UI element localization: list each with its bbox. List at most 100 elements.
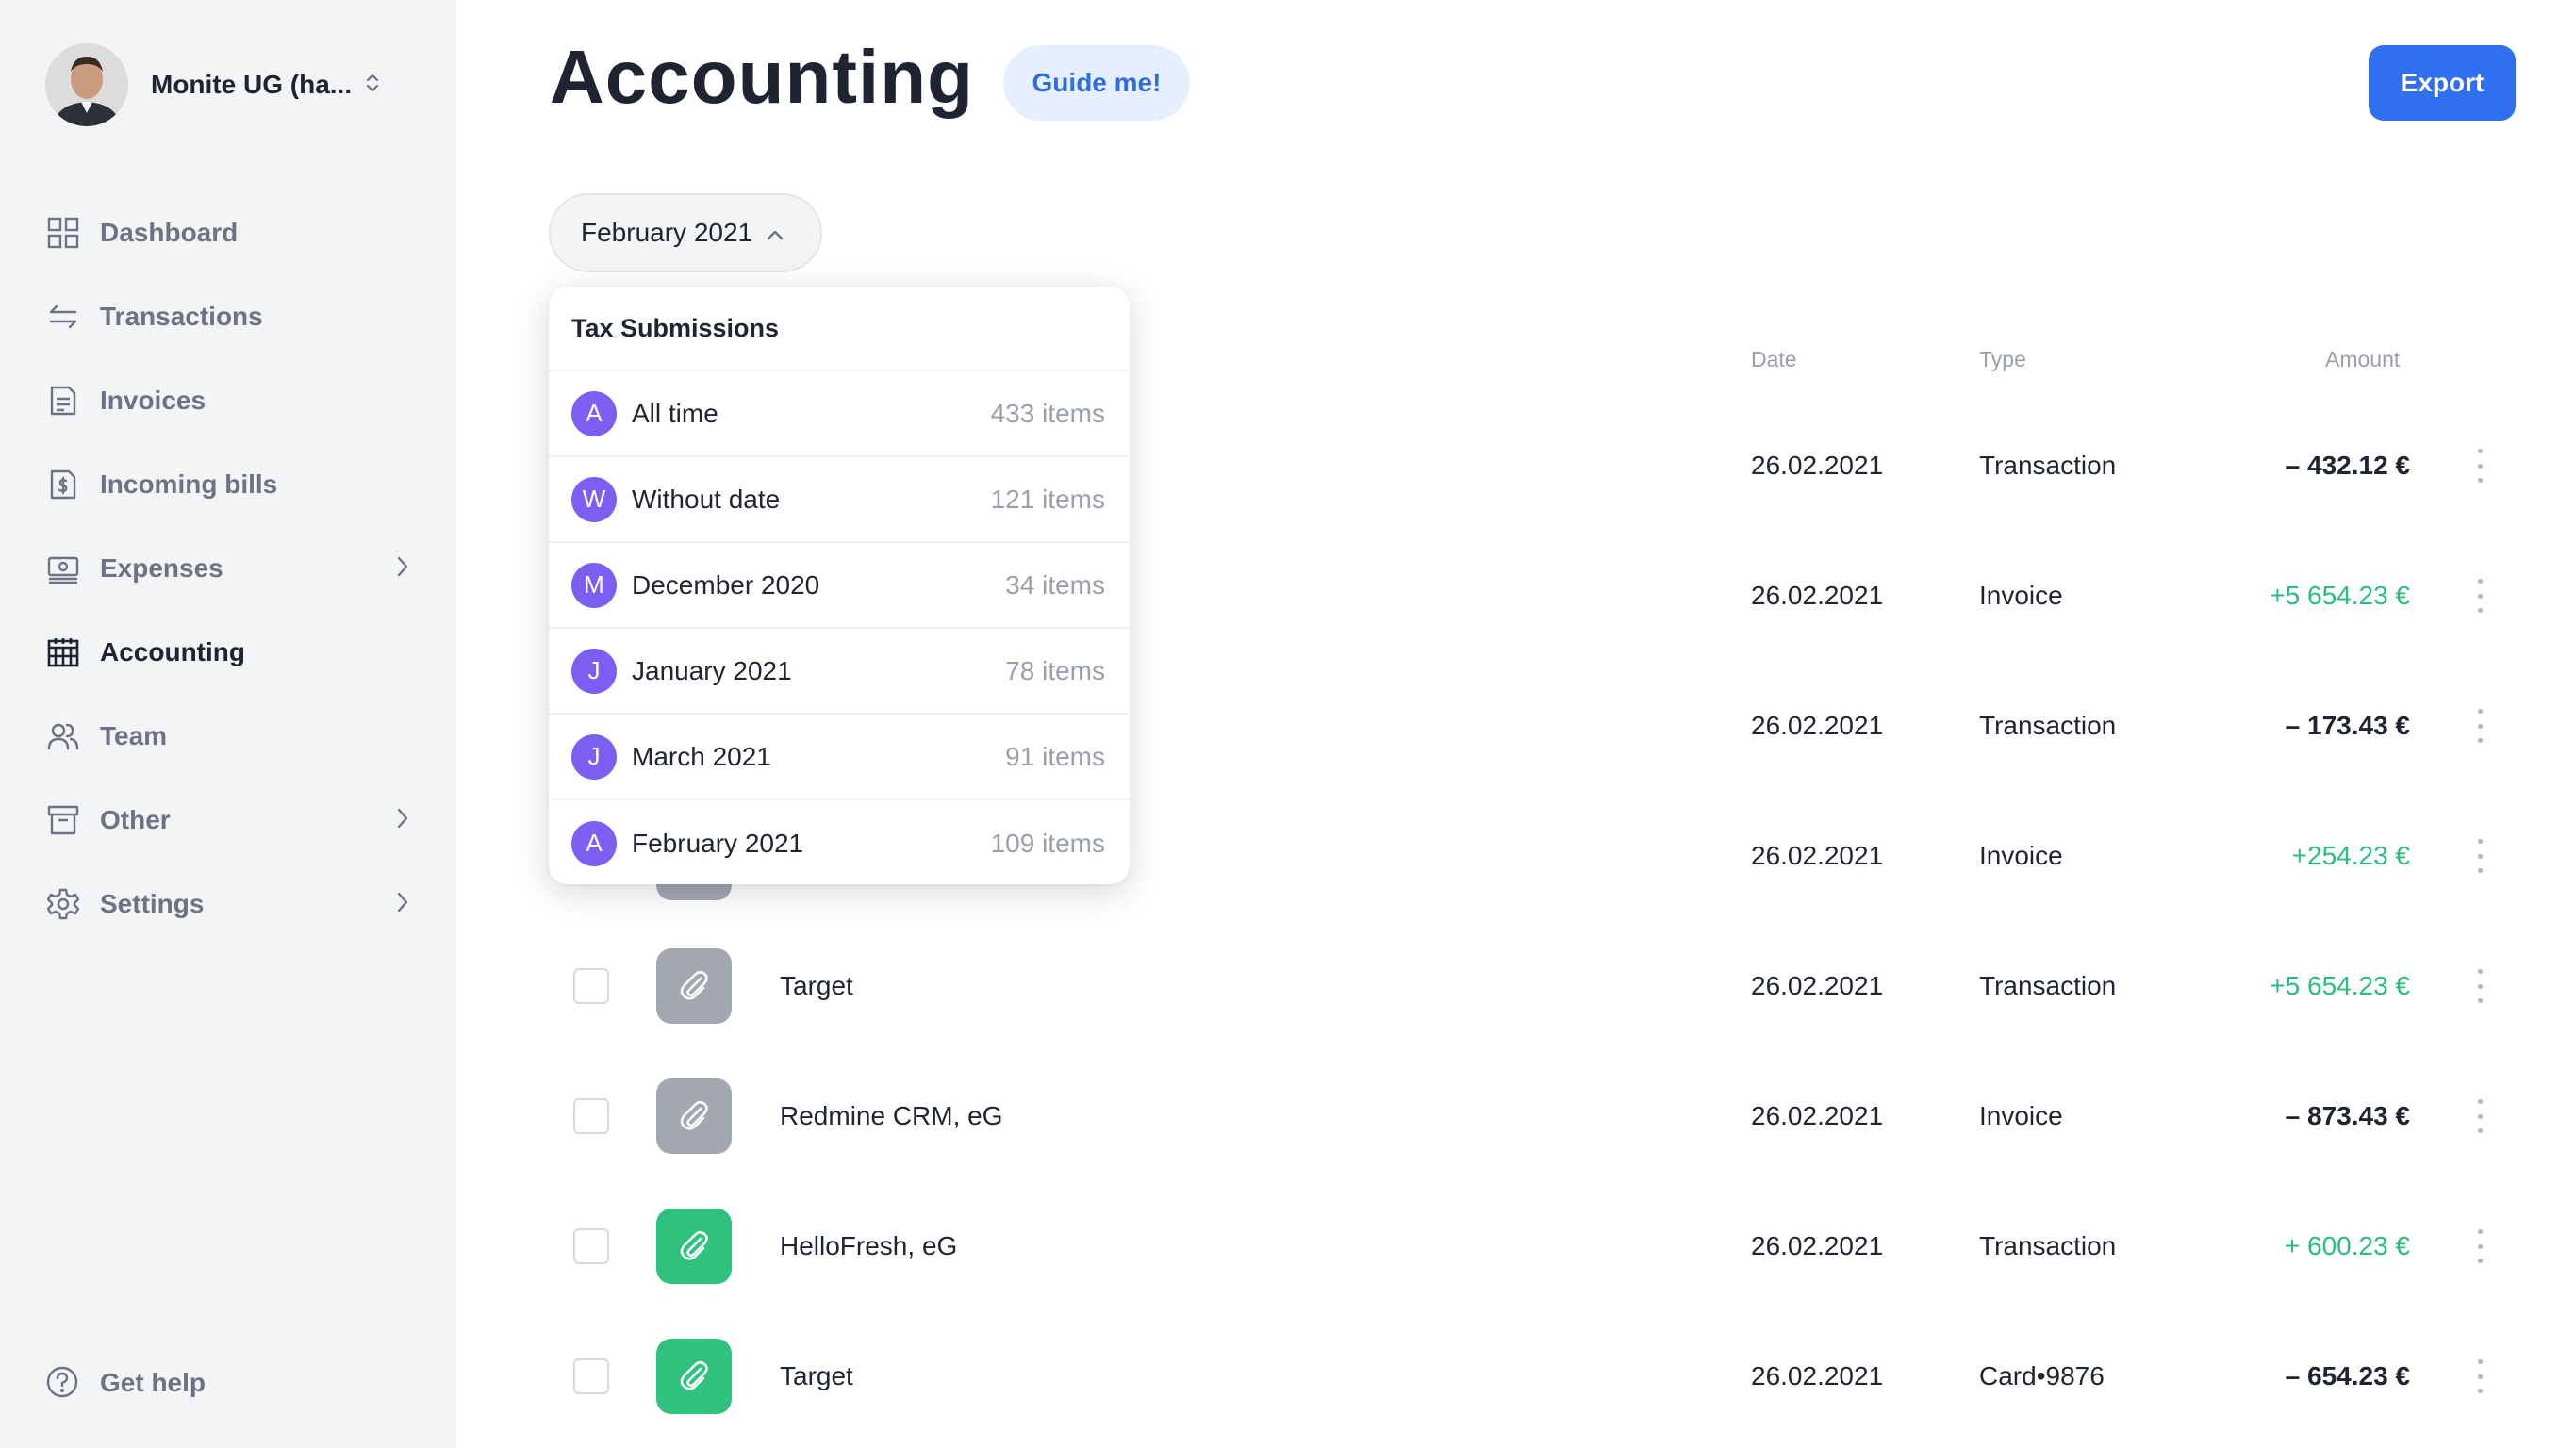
item-label: Without date: [632, 484, 781, 514]
period-select-value: February 2021: [581, 218, 753, 247]
dropdown-item-without-date[interactable]: W Without date 121 items: [549, 457, 1130, 543]
page-title: Accounting: [550, 35, 974, 119]
bill-icon: [45, 467, 81, 502]
row-checkbox[interactable]: [573, 968, 609, 1004]
table-row[interactable]: HelloFresh, eG 26.02.2021 Transaction + …: [547, 1181, 2527, 1311]
row-type: Transaction: [1979, 1231, 2117, 1260]
dropdown-item-january-2021[interactable]: J January 2021 78 items: [549, 629, 1130, 715]
row-checkbox[interactable]: [573, 1358, 609, 1394]
sidebar-item-label: Transactions: [100, 301, 263, 331]
sidebar-item-label: Accounting: [100, 636, 245, 666]
row-name: Redmine CRM, eG: [780, 1101, 1003, 1130]
more-icon[interactable]: [2466, 1359, 2494, 1393]
sidebar-nav: Dashboard Transactions Invoices Incoming…: [45, 190, 409, 946]
row-date: 26.02.2021: [1751, 1101, 1884, 1130]
invoice-icon: [45, 383, 81, 419]
sidebar-item-label: Dashboard: [100, 217, 239, 247]
more-icon[interactable]: [2466, 579, 2494, 613]
row-date: 26.02.2021: [1751, 1361, 1884, 1390]
period-select[interactable]: February 2021: [549, 193, 822, 272]
more-icon[interactable]: [2466, 1229, 2494, 1263]
column-header-date: Date: [1751, 347, 1797, 371]
sidebar: Monite UG (ha... Dashboard Transactions …: [0, 0, 456, 1448]
item-label: March 2021: [632, 741, 771, 771]
row-checkbox[interactable]: [573, 1098, 609, 1134]
updown-chevron-icon: [365, 71, 380, 100]
guide-me-button[interactable]: Guide me!: [1003, 45, 1190, 121]
row-amount: +5 654.23 €: [2270, 581, 2410, 610]
sidebar-item-team[interactable]: Team: [45, 694, 409, 778]
sidebar-item-accounting[interactable]: Accounting: [45, 610, 409, 694]
table-row[interactable]: Target 26.02.2021 Transaction +5 654.23 …: [547, 921, 2527, 1051]
item-badge: J: [571, 648, 617, 694]
chevron-right-icon: [396, 554, 409, 584]
help-icon: [45, 1365, 81, 1401]
sidebar-item-invoices[interactable]: Invoices: [45, 358, 409, 442]
row-type: Invoice: [1979, 841, 2063, 870]
item-count: 78 items: [1005, 655, 1105, 685]
row-date: 26.02.2021: [1751, 841, 1884, 870]
chevron-right-icon: [396, 806, 409, 836]
get-help-label: Get help: [100, 1368, 206, 1397]
row-date: 26.02.2021: [1751, 711, 1884, 740]
item-badge: J: [571, 733, 617, 780]
get-help-link[interactable]: Get help: [45, 1365, 206, 1401]
attachment-icon: [656, 948, 732, 1024]
row-type: Transaction: [1979, 971, 2117, 1000]
org-switcher[interactable]: Monite UG (ha...: [45, 43, 380, 126]
more-icon[interactable]: [2466, 709, 2494, 743]
org-name: Monite UG (ha...: [151, 70, 353, 99]
sidebar-item-settings[interactable]: Settings: [45, 862, 409, 946]
item-label: February 2021: [632, 828, 804, 858]
row-date: 26.02.2021: [1751, 581, 1884, 610]
row-type: Invoice: [1979, 581, 2063, 610]
team-icon: [45, 718, 81, 754]
item-badge: M: [571, 562, 617, 608]
more-icon[interactable]: [2466, 839, 2494, 873]
attachment-icon: [656, 1078, 732, 1154]
row-amount: – 173.43 €: [2285, 711, 2410, 740]
row-amount: + 600.23 €: [2284, 1231, 2410, 1260]
more-icon[interactable]: [2466, 449, 2494, 483]
dropdown-title: Tax Submissions: [549, 287, 1130, 371]
sidebar-item-label: Other: [100, 804, 171, 834]
calendar-grid-icon: [45, 634, 81, 670]
gear-icon: [45, 886, 81, 922]
table-row[interactable]: Target 26.02.2021 Card•9876 – 654.23 €: [547, 1311, 2527, 1441]
item-badge: W: [571, 476, 617, 522]
chevron-right-icon: [396, 890, 409, 920]
archive-icon: [45, 802, 81, 838]
sidebar-item-label: Incoming bills: [100, 469, 278, 499]
period-dropdown: Tax Submissions A All time 433 items W W…: [549, 287, 1130, 884]
row-amount: – 873.43 €: [2285, 1101, 2410, 1130]
column-header-amount: Amount: [2325, 347, 2401, 371]
dropdown-item-december-2020[interactable]: M December 2020 34 items: [549, 543, 1130, 629]
dropdown-item-march-2021[interactable]: J March 2021 91 items: [549, 715, 1130, 800]
row-checkbox[interactable]: [573, 1228, 609, 1264]
attachment-icon: [656, 1339, 732, 1414]
dropdown-item-february-2021[interactable]: A February 2021 109 items: [549, 800, 1130, 884]
dropdown-item-all-time[interactable]: A All time 433 items: [549, 371, 1130, 457]
chevron-up-icon: [766, 218, 784, 248]
more-icon[interactable]: [2466, 1099, 2494, 1133]
row-name: HelloFresh, eG: [780, 1231, 958, 1260]
sidebar-item-label: Expenses: [100, 552, 223, 583]
sidebar-item-other[interactable]: Other: [45, 778, 409, 862]
sidebar-item-transactions[interactable]: Transactions: [45, 274, 409, 358]
row-amount: – 654.23 €: [2285, 1361, 2410, 1390]
money-icon: [45, 551, 81, 586]
row-date: 26.02.2021: [1751, 1231, 1884, 1260]
attachment-icon: [656, 1209, 732, 1284]
item-label: December 2020: [632, 569, 820, 600]
item-count: 91 items: [1005, 741, 1105, 771]
sidebar-item-dashboard[interactable]: Dashboard: [45, 190, 409, 274]
more-icon[interactable]: [2466, 969, 2494, 1003]
export-button[interactable]: Export: [2369, 45, 2516, 121]
sidebar-item-incoming-bills[interactable]: Incoming bills: [45, 442, 409, 526]
item-label: All time: [632, 398, 718, 428]
sidebar-item-expenses[interactable]: Expenses: [45, 526, 409, 610]
item-label: January 2021: [632, 655, 792, 685]
row-amount: +254.23 €: [2291, 841, 2410, 870]
row-type: Card•9876: [1979, 1361, 2105, 1390]
table-row[interactable]: Redmine CRM, eG 26.02.2021 Invoice – 873…: [547, 1051, 2527, 1181]
